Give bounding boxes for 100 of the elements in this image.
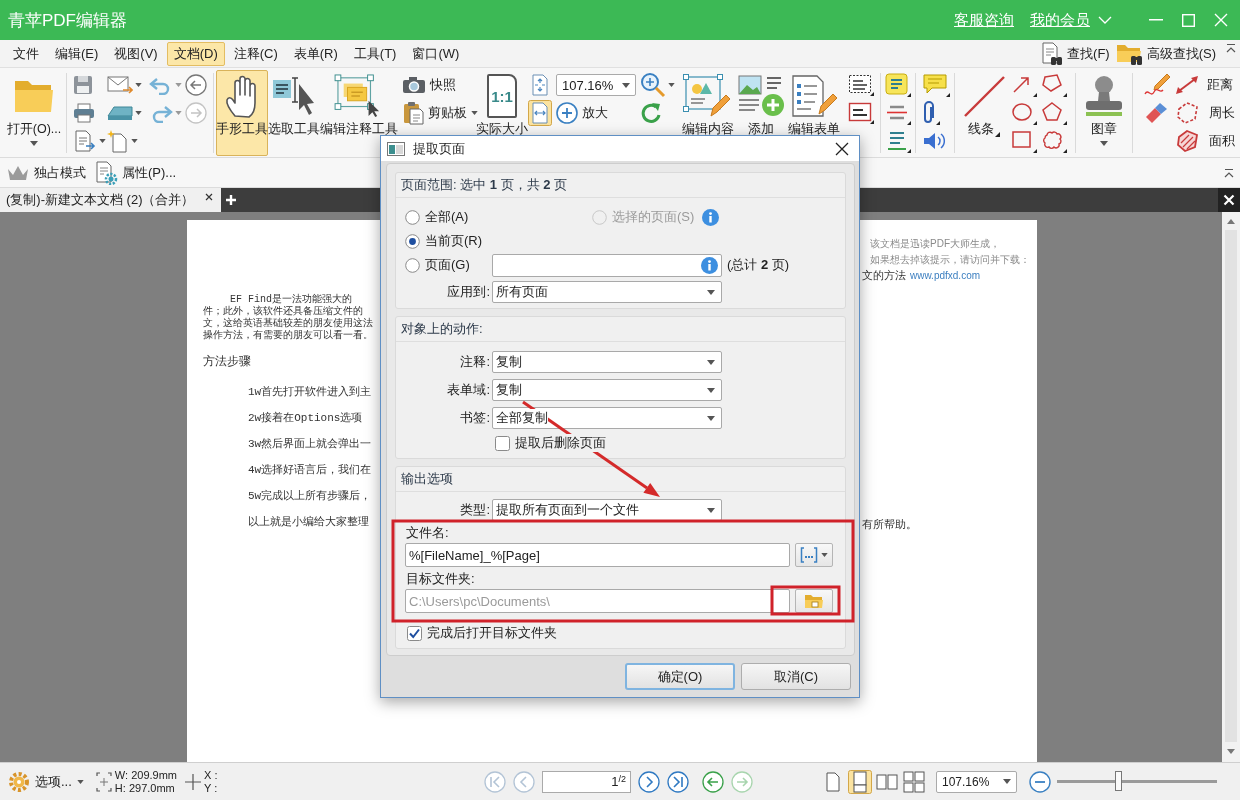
fit-width-icon[interactable] — [528, 100, 552, 126]
radio-label[interactable]: 页面(G) — [425, 256, 470, 274]
page-layout-icon[interactable] — [902, 769, 926, 794]
action-dropdown[interactable]: 全部复制 — [492, 407, 722, 429]
caret-icon[interactable] — [131, 139, 138, 143]
info-icon[interactable] — [701, 256, 718, 274]
info-icon[interactable] — [702, 208, 720, 226]
collapse-arrow-icon[interactable] — [1224, 167, 1234, 178]
action-dropdown[interactable]: 复制 — [492, 379, 722, 401]
dialog-button[interactable]: 确定(O) — [625, 663, 735, 690]
action-dropdown[interactable]: 复制 — [492, 351, 722, 373]
measure-button[interactable]: 距离 — [1175, 71, 1240, 99]
caret-icon[interactable] — [135, 111, 142, 115]
section-header: 输出选项 — [401, 470, 453, 488]
find-button[interactable]: 查找(F) — [1040, 40, 1110, 67]
exclusive-mode-button[interactable]: 独占模式 — [6, 159, 86, 186]
comment-bubble-icon[interactable] — [922, 73, 950, 97]
menu-item[interactable]: 文档(D) — [166, 41, 225, 66]
menu-item[interactable]: 视图(V) — [107, 41, 165, 66]
underline-icon[interactable] — [885, 129, 911, 153]
field-label: 书签: — [459, 409, 490, 427]
page-navigation-icon[interactable] — [667, 770, 689, 793]
zoom-combobox[interactable]: 107.16% — [556, 74, 636, 96]
scanner-icon[interactable] — [107, 104, 133, 122]
radio-button[interactable] — [405, 233, 420, 249]
zoom-in-button[interactable]: 放大 — [556, 99, 608, 127]
printer-icon[interactable] — [73, 103, 95, 123]
zoom-out-icon[interactable] — [1029, 770, 1051, 793]
menu-item[interactable]: 表单(R) — [286, 41, 345, 66]
page-layout-icon[interactable] — [848, 769, 872, 794]
polygon-shape-icon[interactable] — [1041, 73, 1067, 97]
document-arrow-icon[interactable] — [73, 130, 97, 152]
close-icon[interactable] — [204, 193, 213, 201]
filename-field[interactable]: %[FileName]_%[Page] — [405, 543, 790, 567]
ratio-tile: 1:1 — [487, 74, 517, 118]
snapshot-button[interactable]: 快照 — [402, 71, 474, 99]
radio-button[interactable] — [405, 209, 420, 225]
caret-icon[interactable] — [135, 83, 142, 87]
properties-button[interactable]: 属性(P)... — [94, 159, 177, 186]
line-tool-button[interactable]: 线条 — [957, 70, 1011, 156]
menu-item[interactable]: 注释(C) — [226, 41, 285, 66]
options-button[interactable]: 选项... — [8, 768, 84, 795]
edit-tool-button[interactable]: 编辑内容 — [680, 70, 736, 156]
rectangle-shape-icon[interactable] — [1011, 129, 1037, 153]
text-box-icon[interactable] — [848, 102, 874, 124]
menu-item[interactable]: 窗口(W) — [405, 41, 467, 66]
output-type-dropdown[interactable]: 提取所有页面到一个文件 — [492, 499, 722, 521]
clipboard-button[interactable]: 剪贴板 — [402, 99, 474, 127]
measure-button[interactable]: 面积 — [1175, 127, 1240, 155]
cloud-shape-icon[interactable] — [1041, 129, 1067, 153]
chevron-down-icon[interactable] — [1098, 16, 1112, 24]
ellipse-shape-icon[interactable] — [1011, 101, 1037, 125]
open-button[interactable]: 打开(O)... — [4, 70, 64, 156]
field-label: 类型: — [459, 501, 490, 519]
paragraph-line: 文，这给英语基础较差的朋友使用这法 — [202, 318, 373, 329]
page-range-field[interactable] — [492, 253, 722, 277]
radio-label[interactable]: 全部(A) — [425, 208, 469, 226]
dialog-button[interactable]: 取消(C) — [741, 663, 851, 690]
vertical-scrollbar[interactable] — [1222, 212, 1240, 762]
menu-item[interactable]: 工具(T) — [346, 41, 404, 66]
radio-button[interactable] — [405, 257, 420, 273]
radio-label[interactable]: 当前页(R) — [425, 232, 483, 250]
macro-button[interactable] — [795, 543, 833, 567]
apply-to-dropdown[interactable]: 所有页面 — [492, 281, 722, 303]
text-field-icon[interactable] — [848, 74, 874, 96]
measure-button[interactable]: 周长 — [1175, 99, 1240, 127]
paperclip-icon[interactable] — [922, 101, 940, 125]
pentagon-shape-icon[interactable] — [1041, 101, 1067, 125]
magnifier-icon[interactable] — [640, 72, 666, 98]
rotate-icon[interactable] — [640, 102, 662, 124]
checkbox-label[interactable]: 提取后删除页面 — [515, 434, 606, 452]
checkbox[interactable] — [495, 435, 510, 451]
maximize-icon[interactable] — [1182, 13, 1195, 27]
stamp-button[interactable]: 图章 — [1078, 70, 1130, 156]
advanced-find-button[interactable]: 高级查找(S) — [1115, 40, 1216, 67]
page-width-label: W: 209.9mm — [114, 768, 177, 782]
menu-item[interactable]: 编辑(E) — [48, 41, 106, 66]
website-link[interactable]: www.pdfxd.com — [910, 269, 981, 282]
slider-thumb[interactable] — [1114, 771, 1122, 791]
caret-icon[interactable] — [668, 83, 675, 87]
page-navigation-icon[interactable] — [638, 770, 660, 793]
folder-field[interactable]: C:\Users\pc\Documents\ — [405, 589, 790, 613]
step-line: 4w选择好语言后，我们在 — [247, 463, 372, 478]
caret-icon — [707, 415, 715, 421]
pencil-squiggle-icon[interactable] — [1143, 72, 1171, 98]
checkbox-label[interactable]: 完成后打开目标文件夹 — [427, 624, 557, 642]
menu-item[interactable]: 文件 — [6, 41, 46, 66]
highlight-text-icon[interactable] — [885, 73, 911, 97]
checkbox[interactable] — [407, 625, 422, 641]
document-tab[interactable]: (复制)-新建文本文档 (2)（合并） — [0, 188, 221, 212]
edit-tool-button[interactable]: 编辑表单 — [786, 70, 842, 156]
tool-button[interactable]: 选取工具 — [268, 70, 320, 156]
tool-button[interactable]: 手形工具 — [216, 70, 268, 156]
browse-folder-button[interactable] — [795, 589, 833, 613]
zoom-combobox[interactable]: 107.16% — [936, 770, 1017, 793]
caret-icon[interactable] — [99, 139, 106, 143]
close-icon[interactable] — [835, 141, 849, 156]
collapse-arrow-icon[interactable] — [1226, 43, 1236, 53]
plus-icon[interactable] — [225, 195, 236, 205]
page-navigation-icon[interactable] — [702, 770, 724, 793]
